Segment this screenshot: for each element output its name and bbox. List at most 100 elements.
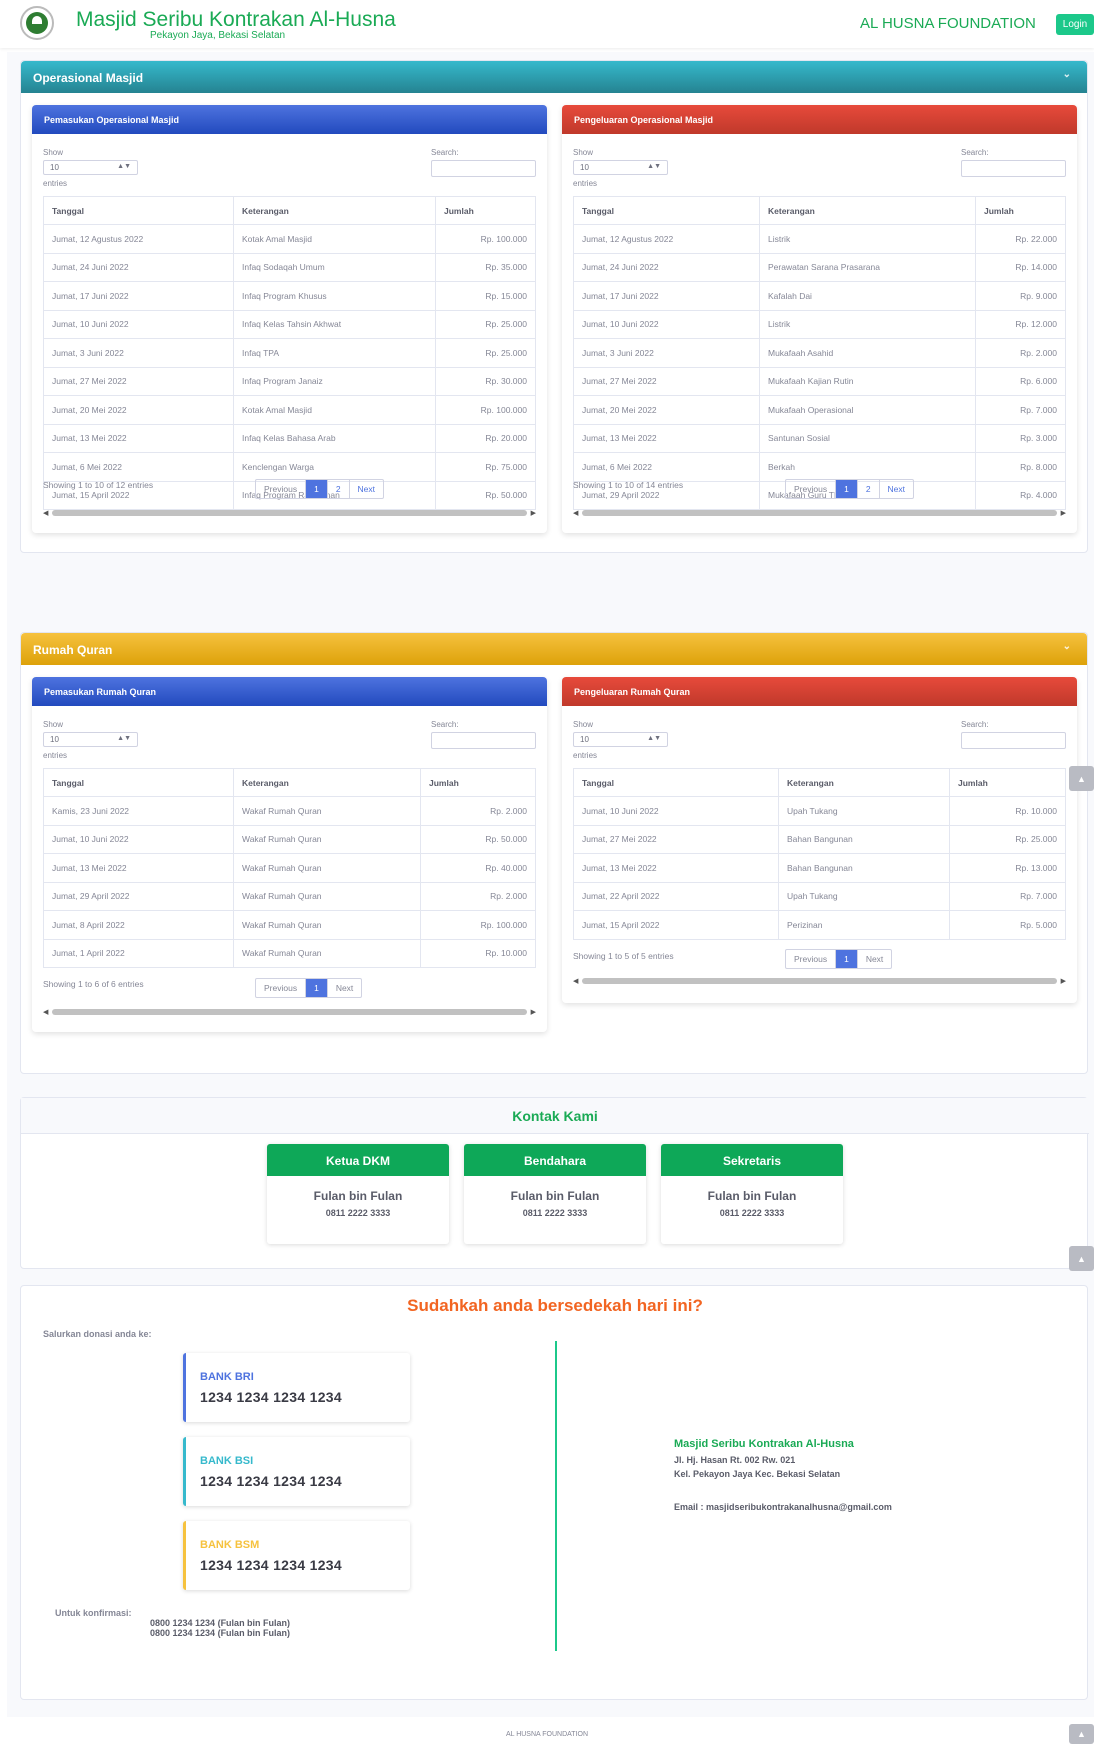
next-button[interactable]: Next: [880, 480, 913, 498]
operasional-header[interactable]: Operasional Masjid ⌄: [21, 61, 1087, 93]
page-1-button[interactable]: 1: [836, 480, 858, 498]
horizontal-scrollbar[interactable]: ◀ ▶: [43, 508, 536, 518]
page-1-button[interactable]: 1: [306, 480, 328, 498]
page-2-button[interactable]: 2: [858, 480, 880, 498]
page-1-button[interactable]: 1: [306, 979, 328, 997]
scroll-to-top-button[interactable]: ▲: [1069, 1246, 1094, 1271]
cell-jumlah: Rp. 30.000: [435, 366, 536, 396]
col-tanggal[interactable]: Tanggal: [43, 768, 234, 797]
scroll-right-icon[interactable]: ▶: [1061, 977, 1066, 985]
previous-button[interactable]: Previous: [256, 979, 307, 997]
cell-tanggal: Jumat, 27 Mei 2022: [43, 366, 234, 396]
foundation-name[interactable]: AL HUSNA FOUNDATION: [860, 15, 1036, 32]
bank-card-bsm: BANK BSM 1234 1234 1234 1234: [183, 1521, 410, 1590]
rq-income-table: Tanggal Keterangan Jumlah Kamis, 23 Juni…: [43, 768, 536, 968]
col-tanggal[interactable]: Tanggal: [573, 768, 779, 797]
scroll-left-icon[interactable]: ◀: [43, 509, 48, 517]
scroll-right-icon[interactable]: ▶: [531, 509, 536, 517]
scroll-right-icon[interactable]: ▶: [1061, 509, 1066, 517]
search-label: Search:: [961, 148, 989, 157]
scroll-left-icon[interactable]: ◀: [573, 509, 578, 517]
cell-tanggal: Jumat, 24 Juni 2022: [573, 252, 760, 282]
top-navbar: Masjid Seribu Kontrakan Al-Husna Pekayon…: [0, 0, 1094, 48]
entries-select[interactable]: 10 ▲▼: [43, 732, 138, 747]
horizontal-scrollbar[interactable]: ◀ ▶: [573, 508, 1066, 518]
cell-tanggal: Jumat, 6 Mei 2022: [43, 452, 234, 482]
table-header-row: Tanggal Keterangan Jumlah: [43, 768, 536, 797]
scroll-thumb[interactable]: [582, 510, 1057, 516]
rumah-quran-section: Rumah Quran ⌄ Pemasukan Rumah Quran Show…: [20, 632, 1088, 1074]
entries-select-value: 10: [580, 735, 589, 744]
entries-select-value: 10: [50, 735, 59, 744]
rumah-quran-header[interactable]: Rumah Quran ⌄: [21, 633, 1087, 665]
cell-jumlah: Rp. 2.000: [420, 796, 536, 826]
col-jumlah[interactable]: Jumlah: [975, 196, 1066, 225]
table-row: Jumat, 17 Juni 2022 Infaq Program Khusus R…: [43, 281, 536, 311]
table-row: Jumat, 10 Juni 2022 Upah Tukang Rp. 10.000: [573, 796, 1066, 826]
scroll-left-icon[interactable]: ◀: [573, 977, 578, 985]
col-keterangan[interactable]: Keterangan: [759, 196, 976, 225]
cell-keterangan: Kotak Amal Masjid: [233, 224, 436, 254]
mosque-logo-icon: [20, 6, 54, 40]
entries-label: entries: [573, 179, 598, 188]
site-title[interactable]: Masjid Seribu Kontrakan Al-Husna: [76, 8, 396, 32]
previous-button[interactable]: Previous: [786, 480, 837, 498]
select-arrow-icon: ▲▼: [117, 163, 131, 170]
login-button[interactable]: Login: [1056, 14, 1094, 35]
col-jumlah[interactable]: Jumlah: [420, 768, 536, 797]
col-keterangan[interactable]: Keterangan: [778, 768, 950, 797]
next-button[interactable]: Next: [858, 950, 891, 968]
rq-expense-panel: Pengeluaran Rumah Quran Show 10 ▲▼ entrie…: [562, 677, 1077, 1003]
col-keterangan[interactable]: Keterangan: [233, 768, 421, 797]
cell-tanggal: Jumat, 13 Mei 2022: [43, 423, 234, 453]
site-subtitle: Pekayon Jaya, Bekasi Selatan: [150, 30, 286, 41]
cell-keterangan: Santunan Sosial: [759, 423, 976, 453]
confirm-contact-2: 0800 1234 1234 (Fulan bin Fulan): [150, 1628, 291, 1638]
rq-income-title: Pemasukan Rumah Quran: [32, 677, 547, 706]
cell-jumlah: Rp. 6.000: [975, 366, 1066, 396]
pagination: Previous 1 2 Next: [255, 479, 385, 499]
cell-keterangan: Wakaf Rumah Quran: [233, 796, 421, 826]
cell-keterangan: Kotak Amal Masjid: [233, 395, 436, 425]
col-jumlah[interactable]: Jumlah: [949, 768, 1066, 797]
scroll-thumb[interactable]: [52, 1009, 527, 1015]
table-row: Jumat, 22 April 2022 Upah Tukang Rp. 7.000: [573, 881, 1066, 911]
page-1-button[interactable]: 1: [836, 950, 858, 968]
entries-select-value: 10: [50, 163, 59, 172]
scroll-left-icon[interactable]: ◀: [43, 1008, 48, 1016]
horizontal-scrollbar[interactable]: ◀ ▶: [43, 1007, 536, 1017]
entries-select[interactable]: 10 ▲▼: [573, 732, 668, 747]
entries-select[interactable]: 10 ▲▼: [573, 160, 668, 175]
table-row: Jumat, 3 Juni 2022 Mukafaah Asahid Rp. 2.0…: [573, 338, 1066, 368]
show-label: Show: [573, 148, 594, 157]
chevron-down-icon[interactable]: ⌄: [1063, 641, 1071, 652]
previous-button[interactable]: Previous: [256, 480, 307, 498]
cell-keterangan: Mukafaah Asahid: [759, 338, 976, 368]
col-tanggal[interactable]: Tanggal: [573, 196, 760, 225]
scroll-thumb[interactable]: [52, 510, 527, 516]
horizontal-scrollbar[interactable]: ◀ ▶: [573, 976, 1066, 986]
scroll-to-top-button[interactable]: ▲: [1069, 766, 1094, 791]
search-input[interactable]: [961, 732, 1066, 749]
table-row: Jumat, 24 Juni 2022 Perawatan Sarana Pras…: [573, 252, 1066, 282]
scroll-thumb[interactable]: [582, 978, 1057, 984]
org-name: Masjid Seribu Kontrakan Al-Husna: [674, 1438, 854, 1450]
col-jumlah[interactable]: Jumlah: [435, 196, 536, 225]
search-input[interactable]: [961, 160, 1066, 177]
search-input[interactable]: [431, 160, 536, 177]
scroll-right-icon[interactable]: ▶: [531, 1008, 536, 1016]
search-input[interactable]: [431, 732, 536, 749]
bank-account-number: 1234 1234 1234 1234: [200, 1557, 342, 1573]
col-keterangan[interactable]: Keterangan: [233, 196, 436, 225]
op-income-title: Pemasukan Operasional Masjid: [32, 105, 547, 134]
cell-jumlah: Rp. 35.000: [435, 252, 536, 282]
previous-button[interactable]: Previous: [786, 950, 837, 968]
org-email[interactable]: Email : masjidseribukontrakanalhusna@gma…: [674, 1502, 892, 1512]
chevron-down-icon[interactable]: ⌄: [1063, 69, 1071, 80]
entries-select[interactable]: 10 ▲▼: [43, 160, 138, 175]
col-tanggal[interactable]: Tanggal: [43, 196, 234, 225]
next-button[interactable]: Next: [350, 480, 383, 498]
page-2-button[interactable]: 2: [328, 480, 350, 498]
next-button[interactable]: Next: [328, 979, 361, 997]
chevron-up-icon: ▲: [1077, 1253, 1086, 1264]
